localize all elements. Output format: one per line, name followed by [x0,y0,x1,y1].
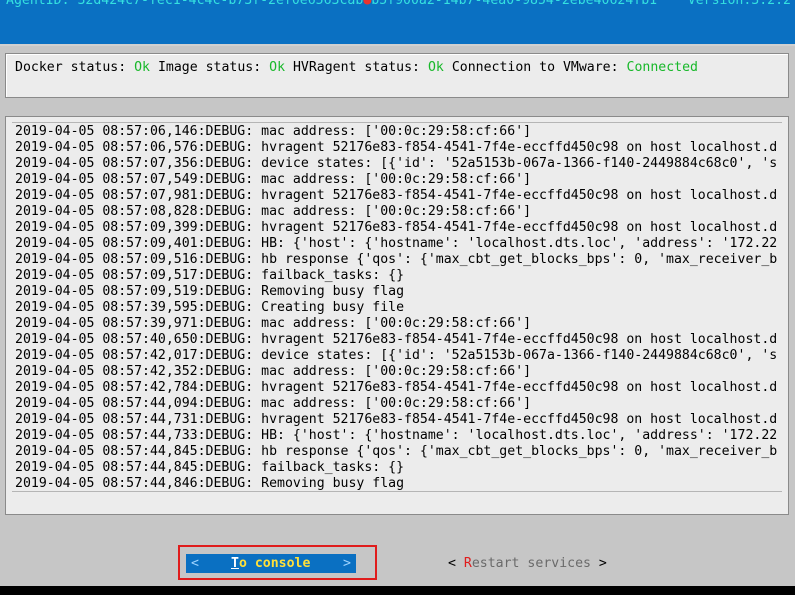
log-line: 2019-04-05 08:57:44,846:DEBUG: Removing … [15,476,405,491]
restart-services-button[interactable]: < Restart services > [448,554,608,573]
image-status-label: Image status: [157,60,262,75]
to-console-button[interactable]: < To console > [186,554,356,573]
version-info: Version:3.2.2 [688,0,791,8]
log-line: 2019-04-05 08:57:44,845:DEBUG: failback_… [15,460,405,475]
version-label: Version: [687,0,752,8]
image-status-value: Ok [269,60,286,75]
chevron-right-icon: > [343,556,351,571]
log-line: 2019-04-05 08:57:06,146:DEBUG: mac addre… [15,124,532,139]
status-line: Docker status: Ok Image status: Ok HVRag… [15,60,698,75]
log-line: 2019-04-05 08:57:09,401:DEBUG: HB: {'hos… [15,236,778,251]
log-line: 2019-04-05 08:57:40,650:DEBUG: hvragent … [15,332,778,347]
restart-services-hotkey: R [463,556,472,571]
log-line: 2019-04-05 08:57:09,516:DEBUG: hb respon… [15,252,778,267]
log-line: 2019-04-05 08:57:06,576:DEBUG: hvragent … [15,140,778,155]
log-line: 2019-04-05 08:57:09,517:DEBUG: failback_… [15,268,405,283]
docker-status-label: Docker status: [15,60,127,75]
agent-id: AgentID: 32d424c7-fec1-4c4c-b73f-2ef0e65… [6,0,657,8]
status-panel: Docker status: Ok Image status: Ok HVRag… [5,53,789,98]
log-line: 2019-04-05 08:57:44,845:DEBUG: hb respon… [15,444,778,459]
header-bar: AgentID: 32d424c7-fec1-4c4c-b73f-2ef0e65… [0,0,795,44]
log-line: 2019-04-05 08:57:07,981:DEBUG: hvragent … [15,188,778,203]
agent-id-value-part2: b5f900a2-14b7-4ea0-9854-2ebe40624fb1 [371,0,658,8]
restart-services-label-rest: estart services [471,556,591,571]
log-line: 2019-04-05 08:57:39,971:DEBUG: mac addre… [15,316,532,331]
version-value: 3.2.2 [751,0,791,8]
chevron-right-icon: > [598,556,607,571]
log-line: 2019-04-05 08:57:09,519:DEBUG: Removing … [15,284,405,299]
log-line: 2019-04-05 08:57:44,733:DEBUG: HB: {'hos… [15,428,778,443]
log-line: 2019-04-05 08:57:42,784:DEBUG: hvragent … [15,380,778,395]
agent-id-label: AgentID: [6,0,70,8]
log-bottom-rule [12,491,782,492]
agent-id-value-part1: 32d424c7-fec1-4c4c-b73f-2ef0e6563cab [77,0,364,8]
chevron-left-icon: < [191,556,199,571]
log-line: 2019-04-05 08:57:44,731:DEBUG: hvragent … [15,412,778,427]
vmware-connection-label: Connection to VMware: [451,60,619,75]
log-line: 2019-04-05 08:57:42,017:DEBUG: device st… [15,348,778,363]
hvragent-status-value: Ok [427,60,444,75]
vmware-connection-value: Connected [626,60,698,75]
button-row: < To console > < Restart services > [0,540,795,586]
log-line: 2019-04-05 08:57:44,094:DEBUG: mac addre… [15,396,532,411]
log-line: 2019-04-05 08:57:07,549:DEBUG: mac addre… [15,172,532,187]
to-console-label: To console [231,554,310,573]
docker-status-value: Ok [134,60,150,75]
to-console-label-rest: o console [238,556,311,571]
log-lines: 2019-04-05 08:57:06,146:DEBUG: mac addre… [15,124,785,492]
bottom-strip [0,586,795,595]
log-line: 2019-04-05 08:57:07,356:DEBUG: device st… [15,156,778,171]
hvragent-status-label: HVRagent status: [292,60,421,75]
header-divider [0,44,795,46]
log-line: 2019-04-05 08:57:09,399:DEBUG: hvragent … [15,220,778,235]
log-line: 2019-04-05 08:57:39,595:DEBUG: Creating … [15,300,405,315]
log-top-rule [12,122,782,123]
to-console-hotkey: T [231,556,239,571]
log-line: 2019-04-05 08:57:08,828:DEBUG: mac addre… [15,204,532,219]
log-line: 2019-04-05 08:57:42,352:DEBUG: mac addre… [15,364,532,379]
chevron-left-icon: < [448,556,456,571]
log-panel[interactable]: 2019-04-05 08:57:06,146:DEBUG: mac addre… [5,116,789,515]
